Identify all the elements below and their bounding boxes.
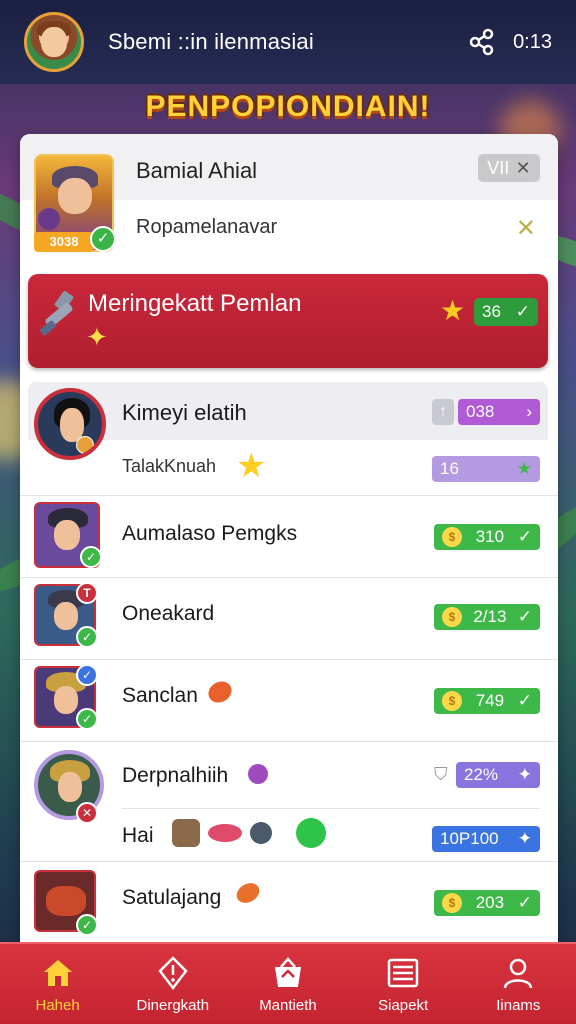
player-subtitle: Ropamelanavar (136, 216, 278, 238)
list-item[interactable]: ✓ Satulajang $203 ✓ (20, 862, 558, 944)
row-subname: Hai (122, 824, 154, 847)
check-icon: ✓ (76, 664, 98, 686)
nav-siapekt[interactable]: Siapekt (346, 955, 461, 1014)
sword-badge-icon: ✕ (76, 802, 98, 824)
score-pill[interactable]: 22% ✦ (456, 762, 540, 788)
score-pill[interactable]: $203 ✓ (434, 890, 540, 916)
row-name: Derpnalhiih (122, 764, 229, 787)
check-icon: ✓ (517, 893, 532, 912)
promo-badge[interactable]: 36 ✓ (474, 298, 538, 326)
list-item[interactable]: Kimeyi elatih ↑ 038 › TalakKnuah ★ 16 ★ (20, 382, 558, 496)
gem-icon (204, 677, 236, 707)
score-pill[interactable]: $749 ✓ (434, 688, 540, 714)
item-icons (172, 818, 326, 848)
nav-mantieth[interactable]: Mantieth (230, 955, 345, 1014)
check-icon: ✓ (517, 691, 532, 710)
row-name: Sanclan (122, 684, 198, 707)
shield-icon: ⛉ (434, 764, 448, 784)
list-item[interactable]: ✓ ✓ Sanclan $749 ✓ (20, 660, 558, 742)
promo-card[interactable]: Meringekatt Pemlan ✦ ★ 36 ✓ (28, 274, 548, 368)
home-icon (43, 959, 72, 986)
time-display: 0:13 (513, 30, 552, 53)
list-item[interactable]: ✓ Aumalaso Pemgks $310 ✓ (20, 496, 558, 578)
nav-iinams[interactable]: Iinams (461, 955, 576, 1014)
sword-icon: ✦ (517, 829, 532, 848)
row-name: Satulajang (122, 886, 222, 909)
close-icon[interactable]: ✕ (516, 158, 531, 179)
sword-badge-icon: T (76, 582, 98, 604)
gem-icon (248, 764, 268, 784)
list-item[interactable]: ✕ Derpnalhiih ⛉ 22% ✦ Hai 10P100 ✦ (20, 742, 558, 862)
arrow-up-icon: ↑ (432, 399, 454, 425)
dismiss-icon[interactable]: ✕ (516, 214, 536, 243)
event-banner: PENPOPIONDIAIN! (145, 90, 431, 123)
coin-icon: $ (442, 607, 462, 627)
score-pill[interactable]: $310 ✓ (434, 524, 540, 550)
check-icon: ✓ (76, 626, 98, 648)
check-icon: ✓ (76, 708, 98, 730)
app-title: Sbemi ::in ilenmasiai (108, 29, 314, 54)
check-icon: ✓ (80, 546, 102, 568)
level-label: VII (487, 157, 510, 178)
star-icon: ★ (516, 459, 532, 478)
star-icon: ★ (236, 447, 267, 485)
row-name: Aumalaso Pemgks (122, 522, 298, 545)
check-icon: ✓ (517, 527, 532, 546)
bottom-nav: Haheh Dinergkath Mantieth Siapekt Iinams (0, 942, 576, 1024)
nav-home[interactable]: Haheh (0, 955, 115, 1014)
user-icon (504, 958, 533, 988)
sword-icon (40, 290, 74, 336)
sub-score-pill[interactable]: 10P100 ✦ (432, 826, 540, 852)
row-name: Kimeyi elatih (122, 400, 247, 425)
player-name: Bamial Ahial (136, 158, 258, 183)
profile-card: 3038 ✓ Bamial Ahial Ropamelanavar VII ✕ … (20, 134, 558, 274)
nav-dinergkath[interactable]: Dinergkath (115, 955, 230, 1014)
coin-icon: $ (442, 691, 462, 711)
gift-icon (274, 956, 301, 987)
user-avatar[interactable] (24, 12, 84, 72)
main-panel: 3038 ✓ Bamial Ahial Ropamelanavar VII ✕ … (20, 134, 558, 964)
coin-icon: $ (442, 893, 462, 913)
sword-icon: ✦ (517, 765, 532, 784)
coin-count: 3038 (34, 232, 94, 252)
promo-title: Meringekatt Pemlan (88, 290, 302, 317)
check-icon: ✓ (90, 226, 116, 252)
check-icon: ✓ (76, 914, 98, 936)
coin-icon: $ (442, 527, 462, 547)
avatar (34, 388, 106, 460)
top-bar: Sbemi ::in ilenmasiai 0:13 (0, 0, 576, 84)
player-list: Kimeyi elatih ↑ 038 › TalakKnuah ★ 16 ★ ✓ … (20, 382, 558, 944)
sub-score-pill[interactable]: 16 ★ (432, 456, 540, 482)
list-item[interactable]: T ✓ Oneakard $2/13 ✓ (20, 578, 558, 660)
list-icon (387, 958, 419, 987)
star-icon: ★ (440, 295, 466, 326)
arrow-right-icon: › (526, 402, 532, 421)
share-icon[interactable] (467, 27, 497, 57)
check-icon: ✓ (517, 607, 532, 626)
shield-icon (158, 955, 188, 990)
row-name: Oneakard (122, 602, 215, 625)
row-subname: TalakKnuah (122, 456, 217, 476)
score-pill[interactable]: $2/13 ✓ (434, 604, 540, 630)
level-chip[interactable]: VII ✕ (478, 154, 540, 182)
gem-icon (233, 879, 263, 907)
score-pill[interactable]: 038 › (458, 399, 540, 425)
sparkle-icon: ✦ (86, 322, 108, 352)
check-icon: ✓ (515, 302, 530, 321)
